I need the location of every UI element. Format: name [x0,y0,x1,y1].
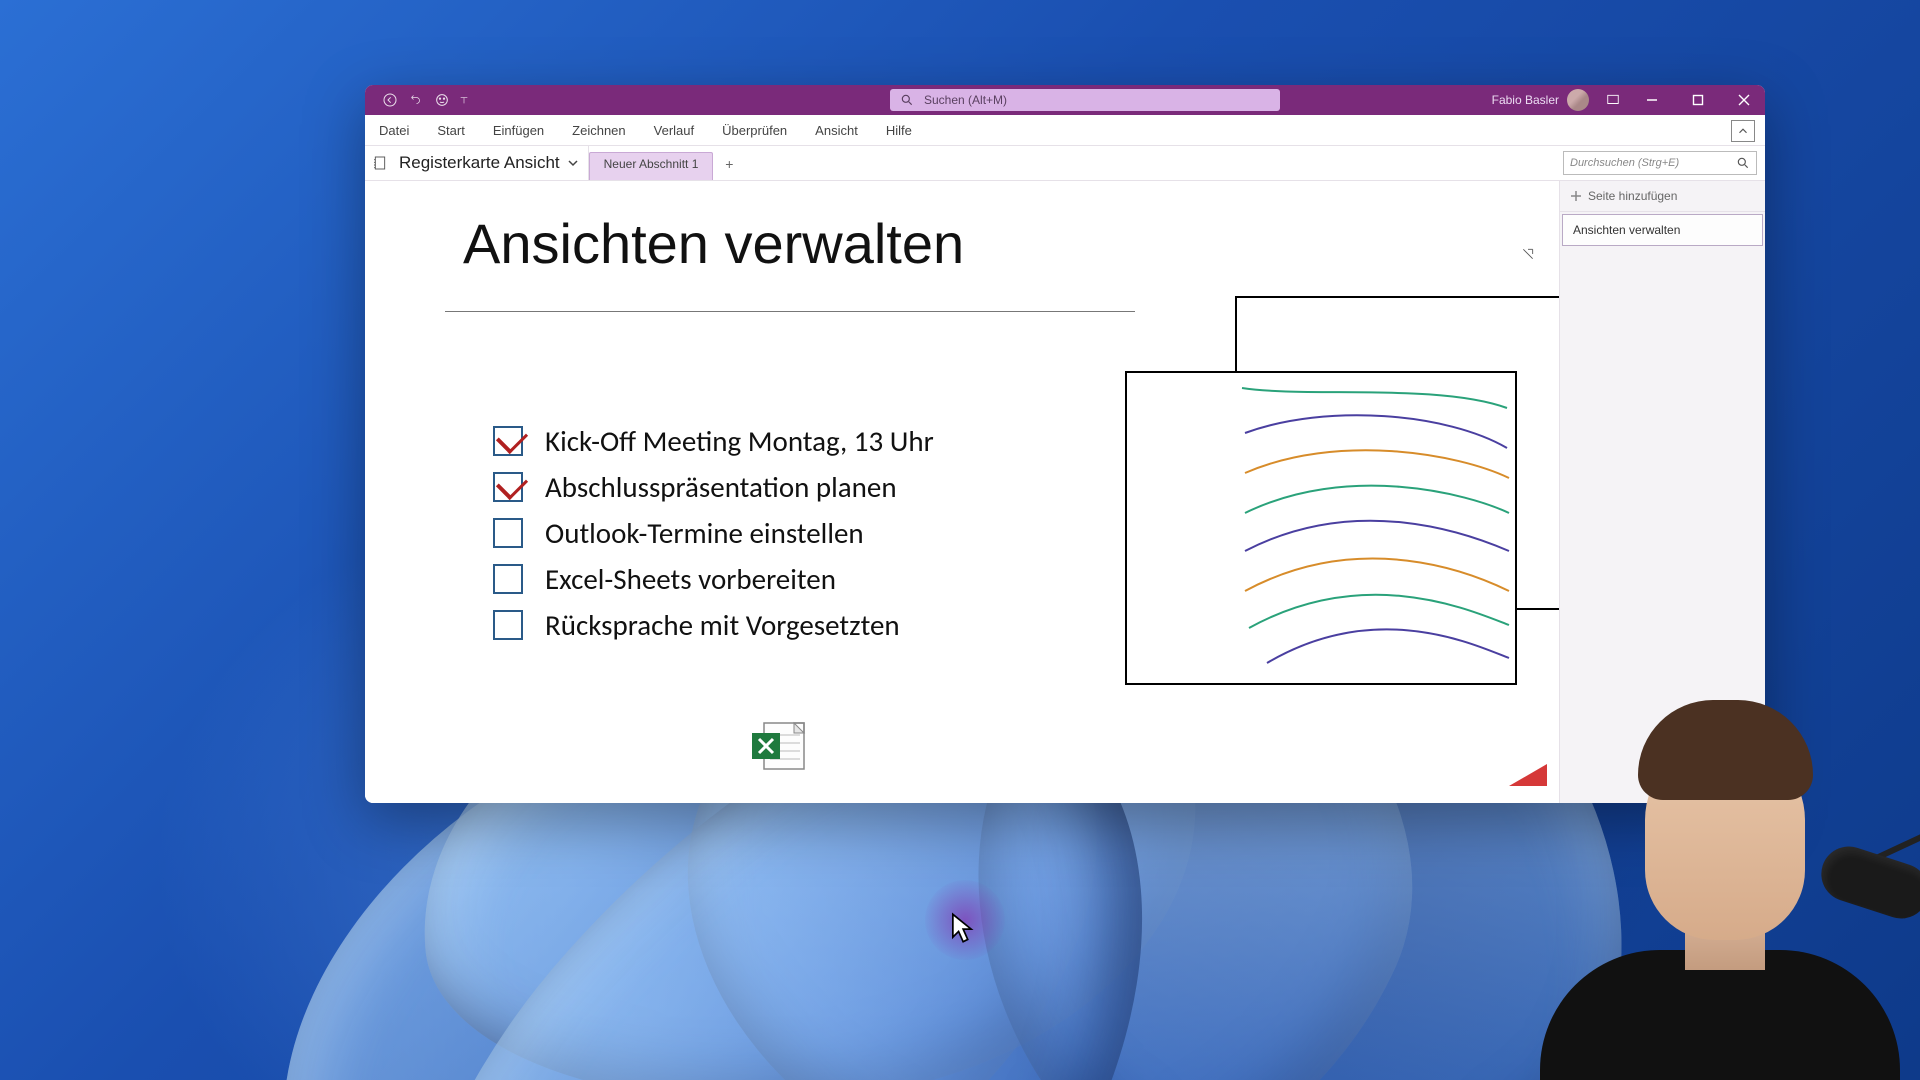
check-text[interactable]: Excel-Sheets vorbereiten [545,561,836,597]
onenote-window: Ansichten verwalten - OneNote Suchen (Al… [365,85,1765,803]
ink-frame-inner[interactable] [1125,371,1517,685]
plus-icon [1570,190,1582,202]
add-page-label: Seite hinzufügen [1588,189,1677,203]
check-item-1: Abschlusspräsentation planen [493,469,934,505]
check-item-0: Kick-Off Meeting Montag, 13 Uhr [493,423,934,459]
ribbon-tab-hilfe[interactable]: Hilfe [872,115,926,145]
notebook-list-icon[interactable] [365,146,395,180]
notebook-nav: Registerkarte Ansicht Neuer Abschnitt 1 … [365,146,1765,181]
page-title[interactable]: Ansichten verwalten [463,211,964,276]
check-text[interactable]: Rücksprache mit Vorgesetzten [545,607,900,643]
ink-strokes [1127,373,1515,683]
ribbon-tab-verlauf[interactable]: Verlauf [640,115,708,145]
checkbox[interactable] [493,564,523,594]
undo-icon[interactable] [407,91,425,109]
ribbon-tab-einfuegen[interactable]: Einfügen [479,115,558,145]
ribbon-tab-datei[interactable]: Datei [365,115,423,145]
ribbon-tab-start[interactable]: Start [423,115,478,145]
touch-mouse-icon[interactable] [433,91,451,109]
check-text[interactable]: Outlook-Termine einstellen [545,515,864,551]
notebook-name: Registerkarte Ansicht [399,153,560,173]
qat-customize-icon[interactable] [459,91,469,109]
checkbox[interactable] [493,610,523,640]
checkbox[interactable] [493,426,523,456]
cursor-icon [948,912,976,949]
titlebar: Ansichten verwalten - OneNote Suchen (Al… [365,85,1765,115]
title-rule [445,311,1135,312]
title-search[interactable]: Suchen (Alt+M) [890,89,1280,111]
search-icon [900,93,914,107]
page-list-item[interactable]: Ansichten verwalten [1562,214,1763,246]
close-button[interactable] [1723,85,1765,115]
check-text[interactable]: Kick-Off Meeting Montag, 13 Uhr [545,423,934,459]
page-canvas[interactable]: Ansichten verwalten Kick-Off Meeting Mon… [365,181,1559,803]
ribbon-tab-ansicht[interactable]: Ansicht [801,115,872,145]
excel-embed-icon[interactable] [750,721,808,776]
check-item-4: Rücksprache mit Vorgesetzten [493,607,934,643]
minimize-button[interactable] [1631,85,1673,115]
nav-back-icon[interactable] [381,91,399,109]
collapse-ribbon-icon[interactable] [1731,120,1755,142]
check-item-2: Outlook-Termine einstellen [493,515,934,551]
search-icon [1736,156,1750,170]
maximize-button[interactable] [1677,85,1719,115]
check-item-3: Excel-Sheets vorbereiten [493,561,934,597]
chevron-down-icon [568,158,578,168]
checkbox[interactable] [493,518,523,548]
checkbox[interactable] [493,472,523,502]
page-search-placeholder: Durchsuchen (Strg+E) [1570,157,1679,169]
section-tab[interactable]: Neuer Abschnitt 1 [589,152,714,180]
title-search-placeholder: Suchen (Alt+M) [924,93,1007,107]
ribbon-tab-ueberpruefen[interactable]: Überprüfen [708,115,801,145]
presenter-webcam [1500,700,1920,1080]
notebook-dropdown[interactable]: Registerkarte Ansicht [395,146,589,180]
ribbon-tab-zeichnen[interactable]: Zeichnen [558,115,639,145]
ribbon: Datei Start Einfügen Zeichnen Verlauf Üb… [365,115,1765,146]
add-page-button[interactable]: Seite hinzufügen [1560,181,1765,212]
page-search[interactable]: Durchsuchen (Strg+E) [1563,151,1757,175]
checklist: Kick-Off Meeting Montag, 13 Uhr Abschlus… [493,423,934,653]
dock-page-icon[interactable] [1521,247,1535,266]
check-text[interactable]: Abschlusspräsentation planen [545,469,897,505]
user-name[interactable]: Fabio Basler [1492,93,1563,107]
add-section-button[interactable]: + [719,156,739,172]
avatar[interactable] [1567,89,1589,111]
ribbon-display-icon[interactable] [1599,85,1627,115]
